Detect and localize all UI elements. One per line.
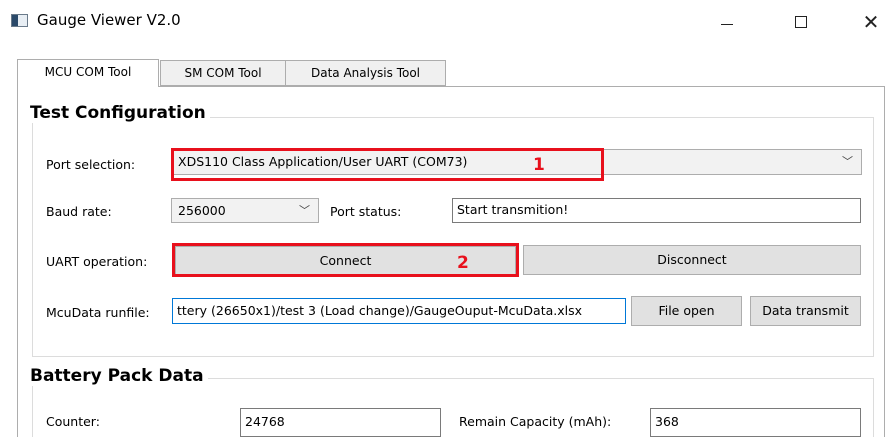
maximize-icon — [795, 16, 807, 28]
minimize-icon — [721, 24, 733, 25]
file-open-button[interactable]: File open — [631, 296, 742, 326]
port-status-field[interactable]: Start transmition! — [452, 198, 861, 223]
mcudata-runfile-label: McuData runfile: — [46, 305, 150, 320]
counter-field[interactable]: 24768 — [240, 408, 441, 437]
annotation-marker-2: 2 — [457, 253, 469, 273]
title-bar: Gauge Viewer V2.0 ✕ — [0, 0, 894, 44]
uart-operation-label: UART operation: — [46, 254, 148, 269]
close-icon: ✕ — [862, 10, 880, 34]
baud-rate-dropdown[interactable]: 256000 ﹀ — [171, 198, 319, 223]
battery-pack-title: Battery Pack Data — [26, 366, 208, 386]
chevron-down-icon: ﹀ — [842, 155, 853, 168]
close-button[interactable]: ✕ — [848, 5, 894, 39]
window-title: Gauge Viewer V2.0 — [37, 11, 181, 29]
disconnect-button[interactable]: Disconnect — [523, 245, 861, 275]
baud-rate-value: 256000 — [178, 203, 226, 218]
minimize-button[interactable] — [704, 5, 750, 39]
chevron-down-icon: ﹀ — [299, 204, 310, 217]
data-transmit-button[interactable]: Data transmit — [750, 296, 861, 326]
baud-rate-label: Baud rate: — [46, 204, 112, 219]
counter-label: Counter: — [46, 414, 100, 429]
tab-sm-com-tool[interactable]: SM COM Tool — [160, 60, 286, 86]
port-status-label: Port status: — [330, 204, 402, 219]
test-configuration-title: Test Configuration — [26, 103, 210, 123]
port-selection-dropdown[interactable]: XDS110 Class Application/User UART (COM7… — [171, 149, 862, 175]
annotation-marker-1: 1 — [533, 155, 545, 175]
tab-data-analysis-tool[interactable]: Data Analysis Tool — [285, 60, 446, 86]
app-icon — [11, 14, 28, 27]
remain-capacity-label: Remain Capacity (mAh): — [459, 414, 612, 429]
port-selection-value: XDS110 Class Application/User UART (COM7… — [178, 154, 468, 169]
maximize-button[interactable] — [778, 5, 824, 39]
mcudata-runfile-field[interactable]: ttery (26650x1)/test 3 (Load change)/Gau… — [172, 298, 626, 324]
port-selection-label: Port selection: — [46, 157, 136, 172]
remain-capacity-field[interactable]: 368 — [650, 408, 861, 437]
tab-mcu-com-tool[interactable]: MCU COM Tool — [17, 59, 159, 87]
